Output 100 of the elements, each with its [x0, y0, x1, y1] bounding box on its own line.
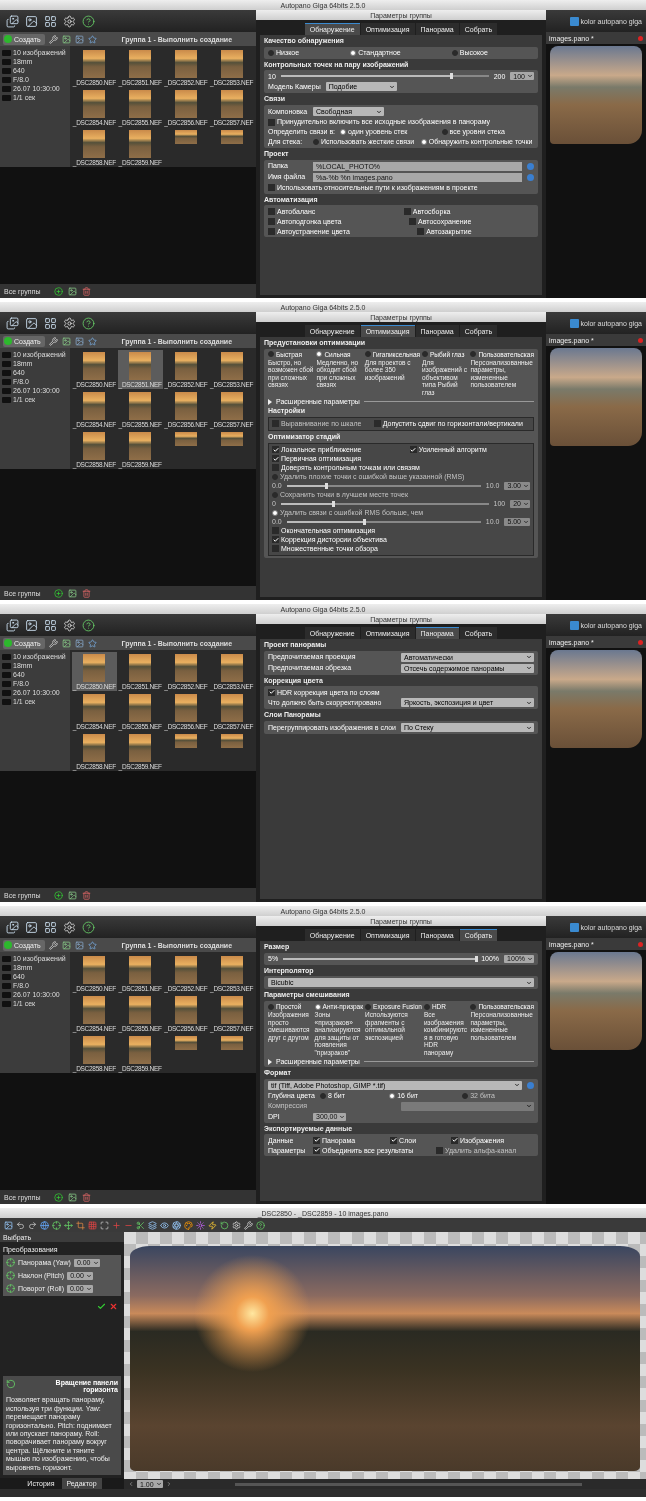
radio-button[interactable]	[268, 1003, 274, 1010]
wrench-icon[interactable]	[48, 336, 58, 346]
radio-button[interactable]	[313, 139, 319, 146]
checkbox[interactable]	[409, 446, 417, 454]
toolbar-icon[interactable]	[4, 1220, 13, 1230]
toolbar-icon[interactable]	[64, 1220, 73, 1230]
radio-button[interactable]	[320, 1092, 326, 1099]
radio-button[interactable]	[340, 129, 347, 136]
checkbox[interactable]	[268, 184, 275, 192]
radio-button[interactable]	[268, 351, 274, 358]
settings-icon[interactable]	[63, 14, 76, 28]
toolbar-icon[interactable]	[76, 1220, 85, 1230]
delete-icon[interactable]	[81, 1192, 91, 1202]
slider-track[interactable]	[283, 957, 477, 960]
apply-icon[interactable]	[97, 1302, 106, 1311]
checkbox[interactable]	[451, 1136, 459, 1144]
checkbox[interactable]	[373, 420, 381, 428]
radio-button[interactable]	[316, 351, 323, 358]
toolbar-icon[interactable]	[160, 1220, 169, 1230]
checkbox[interactable]	[272, 464, 279, 472]
checkbox[interactable]	[272, 455, 279, 463]
image-icon[interactable]	[61, 940, 71, 950]
slider-thumb[interactable]	[450, 73, 454, 80]
delete-icon[interactable]	[81, 890, 91, 900]
checkbox[interactable]	[268, 207, 275, 215]
image-icon[interactable]	[67, 890, 77, 900]
settings-icon[interactable]	[63, 618, 76, 632]
checkbox[interactable]	[313, 1136, 320, 1144]
checkbox[interactable]	[268, 227, 275, 235]
images-icon[interactable]	[6, 14, 19, 28]
checkbox[interactable]	[313, 1146, 320, 1154]
radio-button[interactable]	[423, 1003, 430, 1010]
settings-icon[interactable]	[63, 316, 76, 330]
toolbar-icon[interactable]	[52, 1220, 61, 1230]
toolbar-icon[interactable]	[16, 1220, 25, 1230]
toolbar-icon[interactable]	[196, 1220, 205, 1230]
star-icon[interactable]	[87, 638, 97, 648]
radio-button[interactable]	[470, 1003, 477, 1010]
radio-button[interactable]	[420, 139, 427, 146]
settings-icon[interactable]	[63, 920, 76, 934]
wrench-icon[interactable]	[48, 638, 58, 648]
slider-track[interactable]	[280, 502, 489, 505]
star-icon[interactable]	[87, 940, 97, 950]
checkbox[interactable]	[272, 527, 279, 535]
close-icon[interactable]	[638, 35, 643, 41]
add-icon[interactable]	[53, 1192, 63, 1202]
image-icon[interactable]	[67, 588, 77, 598]
grid-icon[interactable]	[44, 920, 57, 934]
toolbar-icon[interactable]	[136, 1220, 145, 1230]
help-icon[interactable]	[82, 14, 95, 28]
right-icon[interactable]	[165, 1481, 172, 1487]
checkbox[interactable]	[272, 446, 279, 454]
radio-button[interactable]	[268, 49, 274, 56]
image-icon[interactable]	[67, 286, 77, 296]
slider-track[interactable]	[286, 520, 481, 523]
checkbox[interactable]	[268, 118, 275, 126]
grid-icon[interactable]	[44, 316, 57, 330]
checkbox[interactable]	[409, 217, 417, 225]
radio-button[interactable]	[365, 1003, 372, 1010]
checkbox[interactable]	[272, 545, 279, 553]
toolbar-icon[interactable]	[40, 1220, 49, 1230]
wrench-icon[interactable]	[48, 940, 58, 950]
checkbox[interactable]	[403, 207, 411, 215]
delete-icon[interactable]	[81, 588, 91, 598]
image-icon[interactable]	[67, 1192, 77, 1202]
checkbox[interactable]	[390, 1136, 398, 1144]
scrollbar[interactable]	[234, 1482, 582, 1486]
star-icon[interactable]	[87, 34, 97, 44]
expand-icon[interactable]	[268, 1058, 272, 1065]
expand-icon[interactable]	[268, 398, 272, 405]
images-icon[interactable]	[6, 920, 19, 934]
left-icon[interactable]	[128, 1481, 134, 1487]
radio-button[interactable]	[470, 351, 477, 358]
image-icon[interactable]	[61, 336, 71, 346]
radio-button[interactable]	[364, 351, 371, 358]
radio-button[interactable]	[389, 1092, 396, 1099]
toolbar-icon[interactable]	[100, 1220, 109, 1230]
slider-track[interactable]	[286, 484, 481, 487]
checkbox[interactable]	[268, 217, 275, 225]
images-icon[interactable]	[6, 316, 19, 330]
add-icon[interactable]	[53, 588, 63, 598]
image-icon[interactable]	[61, 34, 71, 44]
images-icon[interactable]	[6, 618, 19, 632]
grid-icon[interactable]	[44, 618, 57, 632]
toolbar-icon[interactable]	[256, 1220, 265, 1230]
image-icon[interactable]	[61, 638, 71, 648]
toolbar-icon[interactable]	[148, 1220, 157, 1230]
toolbar-icon[interactable]	[88, 1220, 97, 1230]
cancel-icon[interactable]	[109, 1302, 118, 1311]
radio-button[interactable]	[451, 49, 458, 56]
close-icon[interactable]	[638, 941, 643, 947]
checkbox[interactable]	[268, 688, 275, 696]
star-icon[interactable]	[87, 336, 97, 346]
checkbox[interactable]	[417, 227, 425, 235]
wrench-icon[interactable]	[48, 34, 58, 44]
add-icon[interactable]	[53, 286, 63, 296]
help-icon[interactable]	[82, 920, 95, 934]
slider-track[interactable]	[280, 75, 489, 78]
slider-thumb[interactable]	[475, 955, 479, 962]
add-icon[interactable]	[53, 890, 63, 900]
